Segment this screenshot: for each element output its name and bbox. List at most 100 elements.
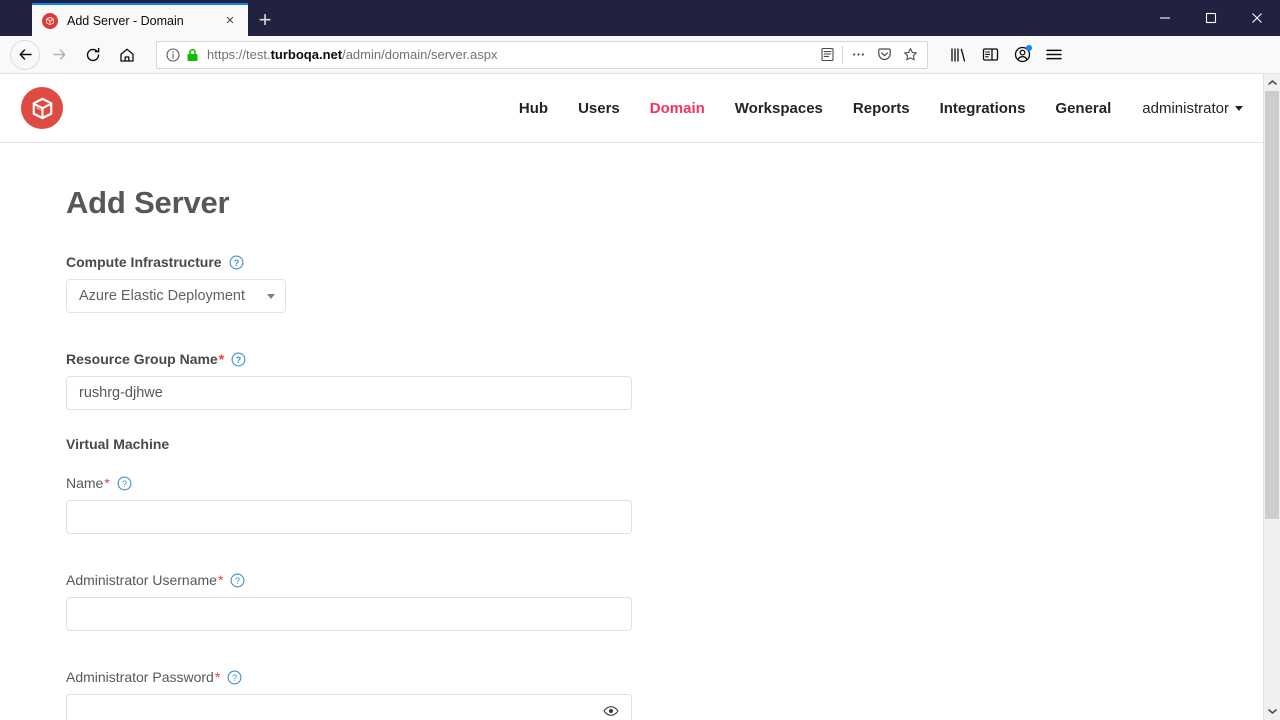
tab-favicon-icon bbox=[42, 12, 58, 29]
url-bar[interactable]: https://test.turboqa.net/admin/domain/se… bbox=[156, 40, 928, 69]
field-admin-username: Administrator Username * ? bbox=[66, 572, 1263, 631]
back-button-icon[interactable] bbox=[10, 39, 40, 70]
account-icon[interactable] bbox=[1006, 40, 1038, 70]
help-icon[interactable]: ? bbox=[231, 352, 246, 367]
account-menu[interactable]: administrator bbox=[1142, 100, 1243, 117]
label-resource-group-name: Resource Group Name * ? bbox=[66, 351, 1263, 367]
library-icon[interactable] bbox=[942, 40, 974, 70]
help-icon[interactable]: ? bbox=[227, 670, 242, 685]
minimize-button[interactable] bbox=[1142, 0, 1188, 36]
section-virtual-machine: Virtual Machine bbox=[66, 436, 1263, 452]
tab-close-icon[interactable]: × bbox=[220, 11, 240, 31]
scroll-up-icon[interactable] bbox=[1264, 74, 1280, 91]
browser-titlebar: Add Server - Domain × + bbox=[0, 0, 1280, 36]
tab-title: Add Server - Domain bbox=[67, 13, 184, 28]
required-marker: * bbox=[214, 669, 221, 685]
site-navigation: Hub Users Domain Workspaces Reports Inte… bbox=[489, 100, 1243, 117]
maximize-button[interactable] bbox=[1188, 0, 1234, 36]
home-button-icon[interactable] bbox=[112, 40, 142, 70]
nav-item-reports[interactable]: Reports bbox=[853, 100, 910, 117]
hamburger-menu-icon[interactable] bbox=[1038, 40, 1070, 70]
nav-item-general[interactable]: General bbox=[1055, 100, 1111, 117]
account-menu-label: administrator bbox=[1142, 99, 1229, 117]
url-text[interactable]: https://test.turboqa.net/admin/domain/se… bbox=[201, 47, 814, 62]
nav-item-hub[interactable]: Hub bbox=[519, 100, 548, 117]
page-actions-icon[interactable] bbox=[845, 42, 871, 68]
url-prefix: https://test. bbox=[207, 47, 271, 62]
pocket-icon[interactable] bbox=[871, 42, 897, 68]
resource-group-name-value: rushrg-djhwe bbox=[79, 385, 163, 401]
svg-text:?: ? bbox=[233, 257, 239, 267]
required-marker: * bbox=[104, 475, 110, 491]
vm-name-input[interactable] bbox=[66, 500, 632, 534]
help-icon[interactable]: ? bbox=[117, 476, 132, 491]
url-bar-actions bbox=[814, 42, 923, 68]
scrollbar-track[interactable] bbox=[1264, 91, 1280, 703]
resource-group-name-input[interactable]: rushrg-djhwe bbox=[66, 376, 632, 410]
new-tab-button[interactable]: + bbox=[248, 3, 282, 36]
site-header: Hub Users Domain Workspaces Reports Inte… bbox=[0, 74, 1263, 143]
compute-infrastructure-value: Azure Elastic Deployment bbox=[79, 288, 246, 304]
label-text: Resource Group Name bbox=[66, 351, 218, 367]
reader-view-icon[interactable] bbox=[814, 42, 840, 68]
nav-item-integrations[interactable]: Integrations bbox=[940, 100, 1026, 117]
svg-text:?: ? bbox=[236, 354, 242, 364]
label-vm-name: Name * ? bbox=[66, 475, 1263, 491]
chevron-down-icon bbox=[1235, 105, 1243, 111]
eye-icon[interactable] bbox=[603, 705, 619, 717]
section-title: Virtual Machine bbox=[66, 436, 170, 452]
label-compute-infrastructure: Compute Infrastructure ? bbox=[66, 254, 1263, 270]
page-title: Add Server bbox=[66, 185, 230, 220]
browser-toolbar-right bbox=[942, 40, 1070, 70]
admin-password-input[interactable] bbox=[66, 694, 632, 720]
page-viewport: Hub Users Domain Workspaces Reports Inte… bbox=[0, 74, 1280, 720]
lock-icon[interactable] bbox=[183, 48, 201, 62]
nav-item-workspaces[interactable]: Workspaces bbox=[735, 100, 823, 117]
url-divider bbox=[842, 45, 843, 64]
page-content: Add Server Compute Infrastructure ? Azur… bbox=[0, 143, 1263, 720]
turbo-logo-icon[interactable] bbox=[21, 87, 63, 129]
field-admin-password: Administrator Password * ? bbox=[66, 669, 1263, 720]
page-scrollbar[interactable] bbox=[1263, 74, 1280, 720]
label-virtual-machine: Virtual Machine bbox=[66, 436, 1263, 452]
nav-item-domain[interactable]: Domain bbox=[650, 100, 705, 117]
nav-item-users[interactable]: Users bbox=[578, 100, 620, 117]
label-text: Name bbox=[66, 475, 104, 491]
admin-username-input[interactable] bbox=[66, 597, 632, 631]
browser-tab[interactable]: Add Server - Domain × bbox=[32, 3, 248, 36]
help-icon[interactable]: ? bbox=[229, 255, 244, 270]
account-notification-dot bbox=[1026, 44, 1032, 51]
browser-navigation-bar: https://test.turboqa.net/admin/domain/se… bbox=[0, 36, 1280, 74]
required-marker: * bbox=[218, 351, 225, 367]
sidebar-icon[interactable] bbox=[974, 40, 1006, 70]
svg-text:?: ? bbox=[122, 478, 127, 488]
field-resource-group-name: Resource Group Name * ? rushrg-djhwe bbox=[66, 351, 1263, 410]
label-text: Administrator Username bbox=[66, 572, 217, 588]
label-text: Administrator Password bbox=[66, 669, 214, 685]
label-admin-password: Administrator Password * ? bbox=[66, 669, 1263, 685]
compute-infrastructure-select[interactable]: Azure Elastic Deployment bbox=[66, 279, 286, 313]
reload-button-icon[interactable] bbox=[78, 40, 108, 70]
scroll-down-icon[interactable] bbox=[1264, 703, 1280, 720]
scrollbar-thumb[interactable] bbox=[1265, 91, 1279, 520]
page-info-icon[interactable] bbox=[163, 47, 183, 62]
label-text: Compute Infrastructure bbox=[66, 254, 222, 270]
browser-window: Add Server - Domain × + https://test.tur… bbox=[0, 0, 1280, 720]
help-icon[interactable]: ? bbox=[230, 573, 245, 588]
chevron-down-icon bbox=[267, 293, 275, 299]
required-marker: * bbox=[217, 572, 224, 588]
url-suffix: /admin/domain/server.aspx bbox=[342, 47, 498, 62]
label-admin-username: Administrator Username * ? bbox=[66, 572, 1263, 588]
svg-text:?: ? bbox=[235, 575, 240, 585]
url-domain: turboqa.net bbox=[270, 47, 343, 62]
close-button[interactable] bbox=[1234, 0, 1280, 36]
svg-text:?: ? bbox=[232, 672, 237, 682]
field-compute-infrastructure: Compute Infrastructure ? Azure Elastic D… bbox=[66, 254, 1263, 313]
star-icon[interactable] bbox=[897, 42, 923, 68]
field-vm-name: Name * ? bbox=[66, 475, 1263, 534]
